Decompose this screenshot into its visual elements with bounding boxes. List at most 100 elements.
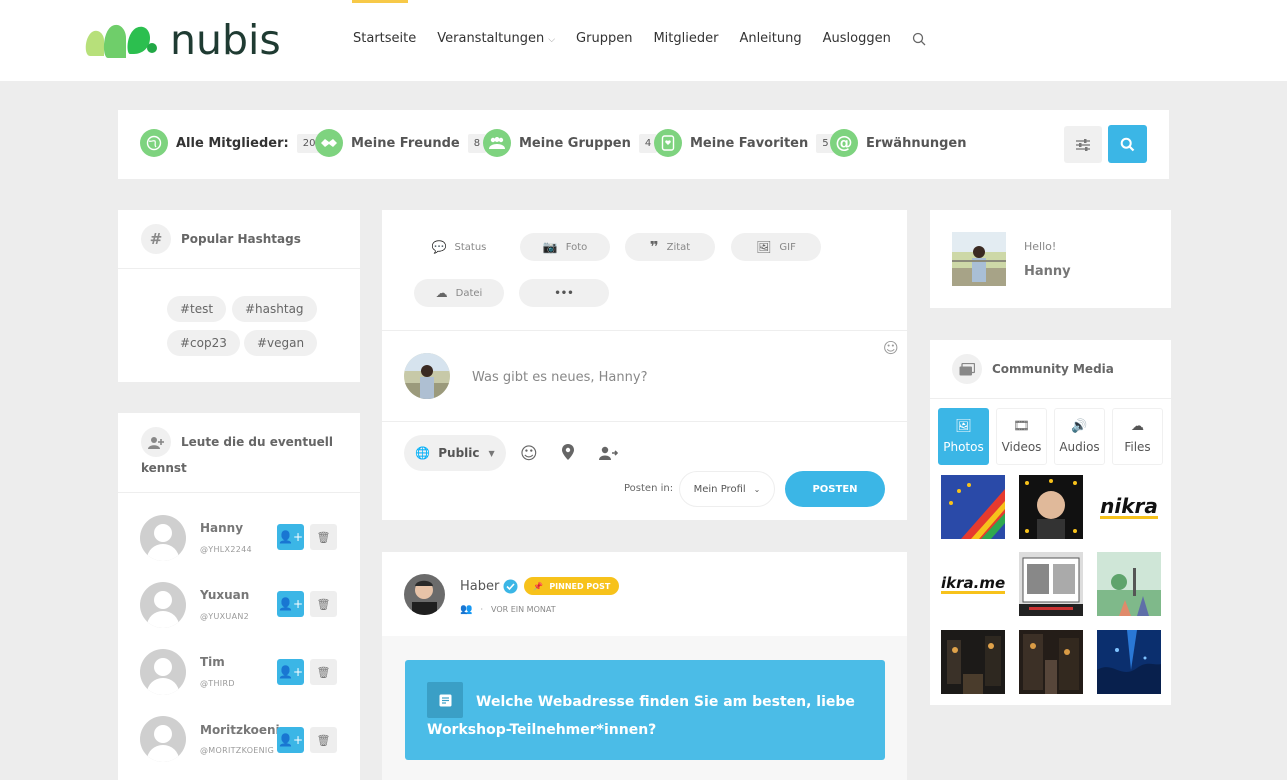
tab-photos-label: Photos	[943, 440, 984, 454]
my-friends-label: Meine Freunde	[351, 135, 460, 151]
submit-post-button[interactable]: POSTEN	[785, 471, 885, 507]
media-thumbnail[interactable]	[1019, 475, 1083, 539]
trash-icon: 🗑	[316, 597, 331, 611]
quote-type-button[interactable]: ❞ Zitat	[625, 233, 715, 261]
mentions-tab[interactable]: @ Erwähnungen	[830, 128, 966, 158]
avatar[interactable]	[404, 574, 445, 615]
hashtag-test[interactable]: #test	[167, 296, 227, 322]
tag-friends-icon[interactable]	[599, 446, 618, 460]
tab-files[interactable]: ☁ Files	[1112, 408, 1163, 465]
nav-veranstaltungen[interactable]: Veranstaltungen ⌵	[437, 31, 555, 46]
nav-anleitung[interactable]: Anleitung	[739, 31, 801, 46]
media-thumbnail[interactable]: ikra.medi	[941, 552, 1005, 616]
hashtag-vegan[interactable]: #vegan	[244, 330, 318, 356]
filter-button[interactable]	[1064, 126, 1102, 163]
post-question: Welche Webadresse finden Sie am besten, …	[427, 694, 855, 738]
post-author[interactable]: Haber	[460, 579, 499, 594]
all-members-label: Alle Mitglieder:	[176, 135, 289, 151]
nav-ausloggen[interactable]: Ausloggen	[823, 31, 891, 46]
my-groups-tab[interactable]: Meine Gruppen 4	[483, 128, 658, 158]
avatar[interactable]	[140, 582, 186, 628]
my-favorites-tab[interactable]: Meine Favoriten 5	[654, 128, 835, 158]
dismiss-button[interactable]: 🗑	[310, 591, 337, 617]
my-friends-tab[interactable]: Meine Freunde 8	[315, 128, 487, 158]
person-name[interactable]: Tim	[200, 655, 225, 669]
trash-icon: 🗑	[316, 665, 331, 679]
media-thumbnail[interactable]	[1019, 552, 1083, 616]
person-name[interactable]: Hanny	[200, 521, 243, 535]
add-friend-button[interactable]: 👤+	[277, 524, 304, 550]
chevron-down-icon: ⌵	[548, 35, 556, 45]
divider	[382, 421, 907, 422]
privacy-dropdown[interactable]: 🌐 Public ▼	[404, 435, 506, 471]
more-types-button[interactable]: •••	[519, 279, 609, 307]
tab-audios[interactable]: 🔊 Audios	[1054, 408, 1105, 465]
thumbnail-logo-text: nikra	[1100, 493, 1158, 519]
tab-photos[interactable]: 🖼 Photos	[938, 408, 989, 465]
composer-input[interactable]: Was gibt es neues, Hanny?	[472, 370, 647, 385]
dismiss-button[interactable]: 🗑	[310, 659, 337, 685]
media-thumbnail[interactable]	[1019, 630, 1083, 694]
media-thumbnail[interactable]	[1097, 552, 1161, 616]
person-name[interactable]: Moritzkoenig	[200, 723, 288, 737]
post-time[interactable]: VOR EIN MONAT	[491, 605, 556, 614]
add-user-icon: 👤+	[278, 733, 303, 747]
tab-videos[interactable]: 🎞 Videos	[996, 408, 1047, 465]
hashtag-cop23[interactable]: #cop23	[167, 330, 240, 356]
person-name[interactable]: Yuxuan	[200, 588, 249, 602]
media-thumbnail[interactable]	[1097, 630, 1161, 694]
verified-icon	[503, 579, 518, 594]
nav-startseite[interactable]: Startseite	[353, 31, 416, 46]
site-logo[interactable]: nubis	[82, 16, 281, 64]
add-friend-button[interactable]: 👤+	[277, 727, 304, 753]
camera-icon: 📷	[542, 240, 558, 254]
gif-type-button[interactable]: 🖼 GIF	[731, 233, 821, 261]
dismiss-button[interactable]: 🗑	[310, 524, 337, 550]
popular-hashtags-title: Popular Hashtags	[181, 232, 301, 246]
media-thumbnail[interactable]	[941, 630, 1005, 694]
hashtag-icon: #	[141, 224, 171, 254]
post-target-label: Mein Profil	[693, 483, 746, 495]
chevron-down-icon: ⌄	[753, 484, 761, 494]
privacy-label: Public	[438, 446, 480, 460]
quote-type-label: Zitat	[666, 241, 691, 253]
suggestions-title-line2: kennst	[141, 461, 187, 475]
all-members-tab[interactable]: Alle Mitglieder: 20	[140, 128, 322, 158]
add-user-icon: 👤+	[278, 597, 303, 611]
status-type-button[interactable]: 💬 Status	[414, 233, 504, 261]
location-icon[interactable]	[562, 444, 574, 460]
nav-mitglieder[interactable]: Mitglieder	[653, 31, 718, 46]
avatar[interactable]	[952, 232, 1006, 286]
divider	[930, 398, 1171, 399]
emoji-icon[interactable]: ☺	[883, 339, 899, 357]
group-icon	[483, 129, 511, 157]
profile-name[interactable]: Hanny	[1024, 264, 1071, 279]
post-in-label: Posten in:	[624, 483, 674, 494]
tab-audios-label: Audios	[1059, 440, 1100, 454]
at-icon: @	[830, 129, 858, 157]
nav-gruppen[interactable]: Gruppen	[576, 31, 632, 46]
avatar[interactable]	[140, 649, 186, 695]
file-type-button[interactable]: ☁ Datei	[414, 279, 504, 307]
avatar[interactable]	[140, 515, 186, 561]
member-search-button[interactable]	[1108, 125, 1147, 163]
photo-type-button[interactable]: 📷 Foto	[520, 233, 610, 261]
search-icon	[1120, 137, 1135, 151]
dismiss-button[interactable]: 🗑	[310, 727, 337, 753]
avatar[interactable]	[140, 716, 186, 762]
media-thumbnail[interactable]	[941, 475, 1005, 539]
profile-card: Hello! Hanny	[930, 210, 1171, 308]
emoji-icon[interactable]: ☺	[520, 444, 538, 464]
photo-type-label: Foto	[565, 241, 588, 253]
hashtag-hashtag[interactable]: #hashtag	[232, 296, 317, 322]
image-icon: 🖼	[955, 419, 972, 434]
add-friend-button[interactable]: 👤+	[277, 591, 304, 617]
add-friend-button[interactable]: 👤+	[277, 659, 304, 685]
avatar[interactable]	[404, 353, 450, 399]
person-handle: @YHLX2244	[200, 545, 252, 554]
post-target-select[interactable]: Mein Profil ⌄	[679, 471, 775, 507]
media-thumbnail[interactable]: nikra	[1097, 475, 1161, 539]
search-icon[interactable]	[912, 32, 926, 46]
file-type-label: Datei	[455, 287, 483, 299]
add-user-icon: 👤+	[278, 530, 303, 544]
